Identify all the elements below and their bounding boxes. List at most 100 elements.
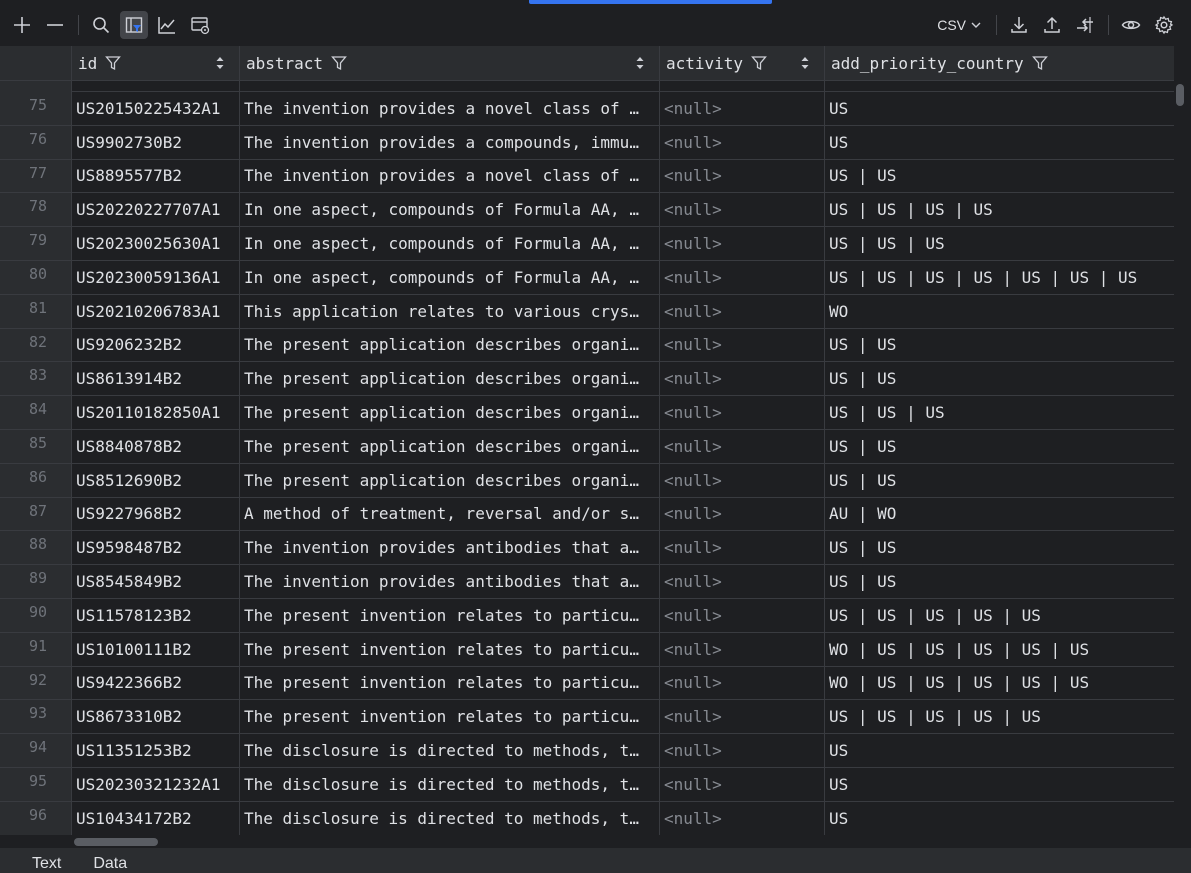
download-button[interactable] [1005,11,1033,39]
cell-id[interactable]: US9598487B2 [72,531,240,565]
table-row[interactable]: 82 US9206232B2 The present application des… [0,328,1174,363]
row-number[interactable]: 94 [0,734,72,767]
cell-activity[interactable]: <null> [660,260,825,294]
row-number[interactable]: 89 [0,565,72,598]
cell-id[interactable]: US20220227707A1 [72,193,240,227]
cell-add-priority-country[interactable]: US [825,802,1174,835]
cell-id[interactable]: US20230321232A1 [72,767,240,801]
table-row[interactable]: 87 US9227968B2 A method of treatment, reve… [0,497,1174,532]
cell-add-priority-country[interactable]: US | US [825,565,1174,598]
cell-add-priority-country[interactable]: US | US | US [825,396,1174,429]
cell-id[interactable]: US8840878B2 [72,429,240,463]
cell-add-priority-country[interactable]: US | US [825,531,1174,564]
cell-activity[interactable]: <null> [660,598,825,632]
cell-activity[interactable]: <null> [660,632,825,666]
row-number[interactable]: 95 [0,767,72,801]
cell-activity[interactable]: <null> [660,193,825,227]
cell-abstract[interactable]: The present application describes organi… [240,328,660,362]
layout-settings-button[interactable] [186,11,214,39]
cell-add-priority-country[interactable]: US [825,734,1174,767]
cell-activity[interactable]: <null> [660,767,825,801]
sort-icon[interactable] [800,56,810,70]
cell-abstract[interactable]: The invention provides a novel class of … [240,92,660,125]
table-row[interactable]: 83 US8613914B2 The present application des… [0,362,1174,397]
cell-abstract[interactable]: The disclosure is directed to methods, t… [240,734,660,767]
table-row[interactable]: 75 US20150225432A1 The invention provides … [0,92,1174,126]
cell-add-priority-country[interactable]: US | US | US | US | US [825,700,1174,733]
cell-add-priority-country[interactable]: US | US | US | US | US | US | US [825,261,1174,294]
sort-icon[interactable] [635,56,645,70]
cell-add-priority-country[interactable]: US [825,126,1174,159]
cell-activity[interactable]: <null> [660,159,825,193]
upload-button[interactable] [1038,11,1066,39]
cell-activity[interactable]: <null> [660,531,825,565]
cell-id[interactable]: US9902730B2 [72,125,240,159]
column-header-abstract[interactable]: abstract [240,46,660,80]
row-number[interactable]: 87 [0,497,72,531]
row-number[interactable]: 96 [0,801,72,835]
cell-id[interactable]: US8613914B2 [72,362,240,396]
table-row[interactable]: 94 US11351253B2 The disclosure is directed… [0,734,1174,768]
cell-id[interactable]: US20210206783A1 [72,294,240,328]
tab-text[interactable]: Text [16,849,77,873]
sort-icon[interactable] [215,56,225,70]
data-grid[interactable]: id abstract activity add_priority_countr… [0,46,1191,835]
cell-id[interactable]: US20150225432A1 [72,92,240,125]
cell-id[interactable]: US11351253B2 [72,734,240,767]
cell-activity[interactable]: <null> [660,463,825,497]
filter-view-button[interactable] [120,11,148,39]
row-number[interactable]: 86 [0,463,72,497]
chart-button[interactable] [153,11,181,39]
cell-activity[interactable]: <null> [660,666,825,700]
cell-add-priority-country[interactable]: WO | US | US | US | US | US [825,667,1174,700]
row-number[interactable]: 80 [0,260,72,294]
table-row[interactable]: 89 US8545849B2 The invention provides anti… [0,565,1174,599]
cell-abstract[interactable]: The present invention relates to particu… [240,666,660,700]
table-row[interactable]: 96 US10434172B2 The disclosure is directed… [0,801,1174,835]
column-header-activity[interactable]: activity [660,46,825,80]
cell-add-priority-country[interactable]: US | US | US | US [825,193,1174,226]
cell-add-priority-country[interactable]: US | US [825,430,1174,463]
filter-icon[interactable] [1031,55,1048,71]
cell-abstract[interactable]: The invention provides antibodies that a… [240,531,660,565]
cell-activity[interactable]: <null> [660,734,825,767]
cell-add-priority-country[interactable]: US | US | US | US | US [825,599,1174,632]
cell-id[interactable]: US20110182850A1 [72,396,240,429]
filter-icon[interactable] [751,55,767,71]
cell-abstract[interactable]: The invention provides a compounds, immu… [240,125,660,159]
table-row[interactable]: 92 US9422366B2 The present invention relat… [0,666,1174,701]
cell-abstract[interactable]: The present application describes organi… [240,396,660,429]
column-header-id[interactable]: id [72,46,240,80]
cell-activity[interactable]: <null> [660,801,825,835]
table-row[interactable]: 77 US8895577B2 The invention provides a no… [0,159,1174,194]
row-number[interactable]: 83 [0,362,72,396]
cell-id[interactable]: US8545849B2 [72,565,240,598]
table-row[interactable]: 85 US8840878B2 The present application des… [0,429,1174,464]
cell-abstract[interactable]: The present application describes organi… [240,463,660,497]
table-row[interactable]: 95 US20230321232A1 The disclosure is direc… [0,767,1174,802]
table-row[interactable]: 80 US20230059136A1 In one aspect, compound… [0,260,1174,295]
row-number[interactable]: 81 [0,294,72,328]
cell-id[interactable]: US20230059136A1 [72,260,240,294]
table-row[interactable]: 76 US9902730B2 The invention provides a co… [0,125,1174,160]
filter-icon[interactable] [105,55,122,71]
cell-id[interactable]: US8673310B2 [72,700,240,734]
cell-abstract[interactable]: The present invention relates to particu… [240,598,660,632]
cell-abstract[interactable]: In one aspect, compounds of Formula AA, … [240,193,660,227]
settings-button[interactable] [1150,11,1178,39]
row-number[interactable]: 75 [0,92,72,125]
table-row[interactable]: 91 US10100111B2 The present invention rela… [0,632,1174,667]
cell-add-priority-country[interactable]: US [825,92,1174,125]
row-number[interactable]: 90 [0,598,72,632]
cell-activity[interactable]: <null> [660,294,825,328]
cell-abstract[interactable]: The present application describes organi… [240,362,660,396]
cell-add-priority-country[interactable]: US | US [825,362,1174,395]
row-number[interactable]: 93 [0,700,72,734]
cell-add-priority-country[interactable]: AU | WO [825,498,1174,531]
table-row[interactable]: 93 US8673310B2 The present invention relat… [0,700,1174,735]
cell-abstract[interactable]: The present invention relates to particu… [240,632,660,666]
cell-activity[interactable]: <null> [660,362,825,396]
row-number[interactable]: 84 [0,396,72,429]
cell-activity[interactable]: <null> [660,497,825,531]
table-row[interactable]: 86 US8512690B2 The present application des… [0,463,1174,498]
